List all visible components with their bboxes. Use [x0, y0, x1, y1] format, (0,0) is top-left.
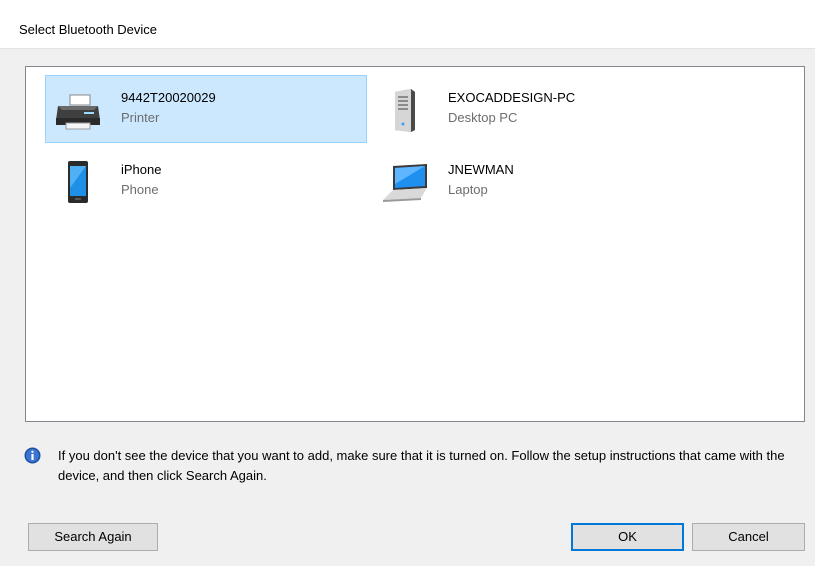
device-name: JNEWMAN: [448, 162, 514, 177]
desktop-pc-icon: [395, 89, 415, 132]
ok-button[interactable]: OK: [571, 523, 684, 551]
device-name: 9442T20020029: [121, 90, 216, 105]
device-name: EXOCADDESIGN-PC: [448, 90, 576, 105]
info-message: If you don't see the device that you wan…: [24, 446, 804, 496]
phone-icon: [68, 161, 88, 203]
device-type: Phone: [121, 182, 159, 197]
laptop-icon: [383, 164, 427, 202]
device-list[interactable]: 9442T20020029 Printer EXOCADDESIGN-PC De…: [25, 66, 805, 422]
device-item-phone[interactable]: iPhone Phone: [45, 147, 367, 215]
info-icon: [24, 447, 41, 464]
info-text: If you don't see the device that you wan…: [58, 448, 785, 483]
device-item-desktop-pc[interactable]: EXOCADDESIGN-PC Desktop PC: [372, 75, 694, 143]
search-again-button[interactable]: Search Again: [28, 523, 158, 551]
cancel-button[interactable]: Cancel: [692, 523, 805, 551]
window-title: Select Bluetooth Device: [19, 22, 158, 37]
device-type: Laptop: [448, 182, 488, 197]
device-item-laptop[interactable]: JNEWMAN Laptop: [372, 147, 694, 215]
device-type: Printer: [121, 110, 160, 125]
title-bar: Select Bluetooth Device: [0, 0, 815, 49]
device-name: iPhone: [121, 162, 162, 177]
printer-icon: [56, 94, 100, 130]
device-type: Desktop PC: [448, 110, 518, 125]
device-item-printer[interactable]: 9442T20020029 Printer: [45, 75, 367, 143]
